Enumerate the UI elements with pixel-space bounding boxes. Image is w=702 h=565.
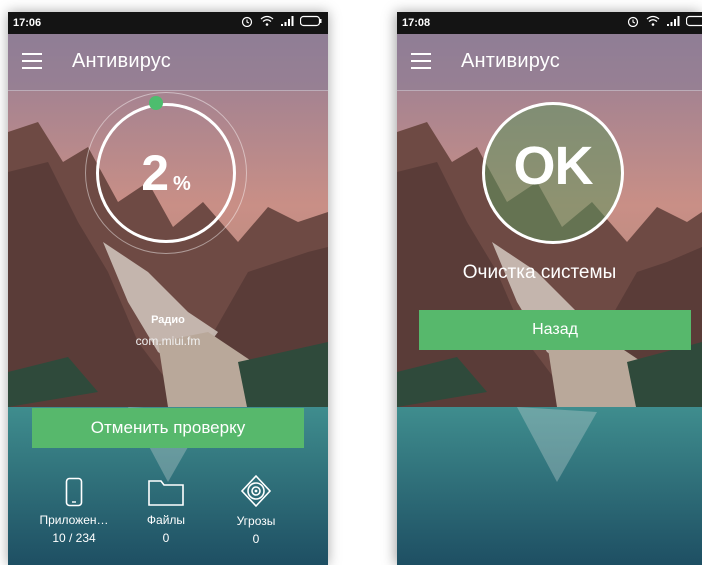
progress-unit: % [173,173,191,195]
folder-icon [148,480,184,506]
app-bar: Антивирус [397,34,702,91]
cancel-scan-button[interactable]: Отменить проверку [32,408,304,448]
status-time: 17:08 [402,17,431,29]
scanned-app-package: com.miui.fm [135,334,201,348]
phone-icon [65,477,83,507]
status-bar: 17:06 [8,12,328,34]
status-message: Очистка системы [462,262,617,283]
wifi-icon [260,15,274,26]
signal-icon [667,16,680,26]
result-circle: OK [482,102,624,244]
hamburger-menu-icon[interactable] [22,53,42,69]
progress-value: 2 [141,145,169,201]
stat-threats[interactable]: Угрозы 0 [211,474,301,546]
stat-files-value: 0 [162,531,170,545]
signal-icon [281,16,294,26]
result-ok-text: OK [513,136,594,196]
status-time: 17:06 [13,17,42,29]
phone-screen-scanning: 17:06 Антивирус 2% Радио com.miui.fm Отм… [8,12,328,565]
status-icons [240,15,322,27]
stat-threats-value: 0 [252,532,260,546]
status-icons [626,15,702,27]
stat-threats-label: Угрозы [236,514,276,528]
progress-percent: 2% [96,144,236,202]
battery-icon [686,15,702,27]
battery-icon [300,15,322,27]
hamburger-menu-icon[interactable] [411,53,431,69]
wifi-icon [646,15,660,26]
progress-indicator-dot [149,96,163,110]
app-title: Антивирус [72,50,171,72]
app-bar: Антивирус [8,34,328,91]
stat-files-label: Файлы [146,513,186,527]
app-title: Антивирус [461,50,560,72]
stat-files[interactable]: Файлы 0 [121,477,211,545]
alarm-icon [241,16,253,27]
mountain-lake-background [397,12,702,565]
scanned-app-name: Радио [151,314,185,326]
threat-target-icon [240,474,272,508]
back-button[interactable]: Назад [419,310,691,350]
phone-screen-result: 17:08 Антивирус OK Очистка системы Назад [397,12,702,565]
stat-apps-label: Приложен… [39,513,109,527]
status-bar: 17:08 [397,12,702,34]
stat-apps[interactable]: Приложен… 10 / 234 [29,477,119,545]
stat-apps-value: 10 / 234 [52,531,96,545]
alarm-icon [627,16,639,27]
